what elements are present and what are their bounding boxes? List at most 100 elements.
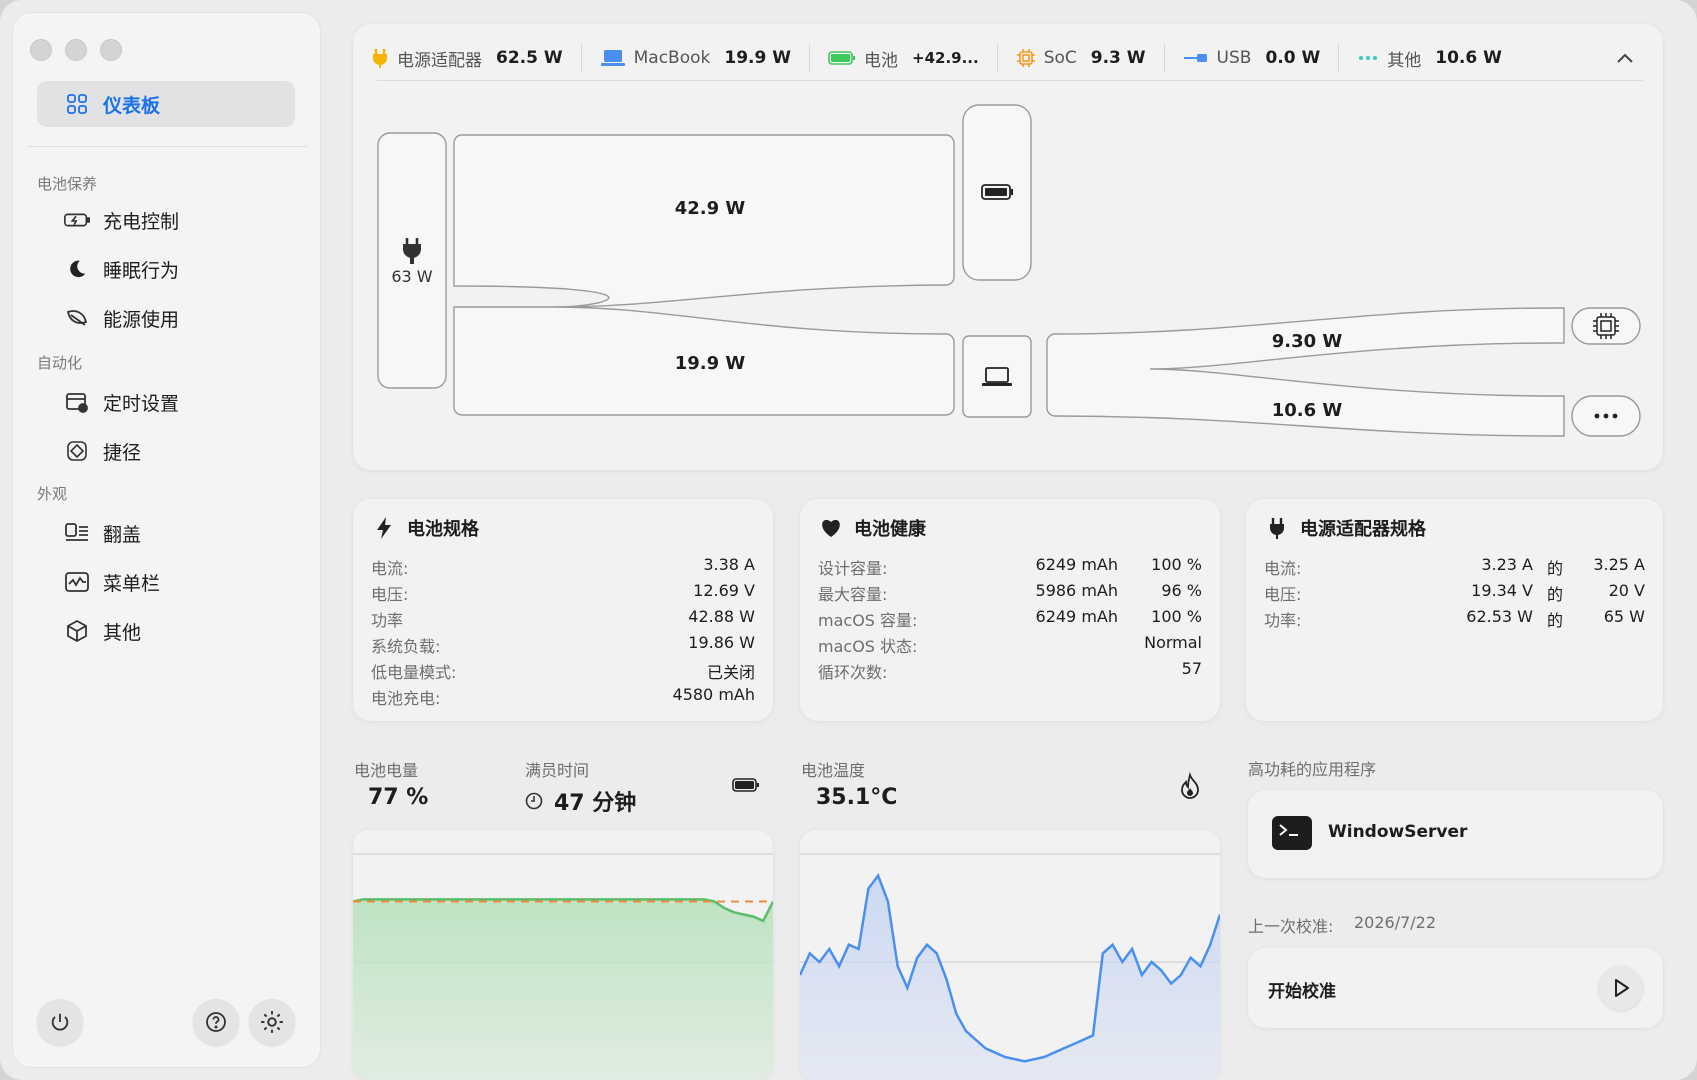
sidebar-item-energy[interactable]: 能源使用 <box>37 295 295 341</box>
app-row[interactable]: WindowServer <box>1248 790 1663 878</box>
sidebar-item-schedule[interactable]: 定时设置 <box>37 379 295 425</box>
spec-row: 低电量模式: 已关闭 <box>371 659 755 685</box>
sidebar-item-label: 定时设置 <box>103 392 180 415</box>
settings-button[interactable] <box>249 999 295 1045</box>
spec-key: 系统负载: <box>371 637 441 656</box>
app-name: WindowServer <box>1328 822 1468 842</box>
bolt-icon <box>371 515 397 541</box>
card-title: 电源适配器规格 <box>1264 515 1426 541</box>
adapter-key: 电流: <box>1264 559 1302 578</box>
power-flow-diagram: 63 W 42.9 W 19.9 W 9.30 W 10.6 W <box>377 104 1641 437</box>
battery-level-chart <box>353 830 773 1080</box>
health-key: 最大容量: <box>818 585 888 604</box>
adapter-key: 电压: <box>1264 585 1302 604</box>
area-fill <box>353 899 773 1080</box>
spec-key: 电池充电: <box>371 689 441 708</box>
battery-level-value: 77 % <box>368 785 429 810</box>
battery-level-chart-svg <box>353 853 773 1080</box>
spec-key: 电压: <box>371 585 409 604</box>
plug-icon <box>1264 515 1290 541</box>
spec-row: 功率 42.88 W <box>371 607 755 633</box>
calendar-clock-icon <box>63 388 91 416</box>
health-row: 设计容量: 6249 mAh 100 % <box>818 555 1202 581</box>
lid-icon <box>63 519 91 547</box>
adapter-of: 的 <box>1546 559 1563 578</box>
health-value: 6249 mAh <box>1035 607 1118 626</box>
area-fill <box>800 875 1220 1080</box>
sidebar-item-label: 翻盖 <box>103 523 142 546</box>
health-percent: 96 % <box>1161 581 1202 600</box>
health-value: 5986 mAh <box>1035 581 1118 600</box>
help-button[interactable] <box>193 999 239 1045</box>
battery-flow-value: 42.9 W <box>675 198 746 219</box>
power-flow-panel: 电源适配器 62.5 W MacBook 19.9 W 电池 +42.9... … <box>353 24 1663 470</box>
close-button[interactable] <box>30 39 52 61</box>
spec-key: 电流: <box>371 559 409 578</box>
section-header-automation: 自动化 <box>37 354 83 372</box>
health-row: macOS 状态: Normal <box>818 633 1202 659</box>
battery-temp-label: 电池温度 <box>801 761 866 780</box>
health-value: Normal <box>1144 633 1202 652</box>
terminal-icon <box>1272 816 1312 850</box>
battery-level-label: 电池电量 <box>354 761 419 780</box>
health-value: 6249 mAh <box>1035 555 1118 574</box>
power-button[interactable] <box>37 999 83 1045</box>
health-row: 循环次数: 57 <box>818 659 1202 685</box>
sidebar-item-label: 仪表板 <box>103 94 161 117</box>
play-icon <box>1615 979 1629 997</box>
health-percent: 100 % <box>1151 555 1202 574</box>
sidebar-item-charge-control[interactable]: 充电控制 <box>37 197 295 243</box>
adapter-row: 电压: 19.34 V 的 20 V <box>1264 581 1645 607</box>
battery-temp-value: 35.1°C <box>816 785 898 810</box>
sidebar: 仪表板 电池保养 充电控制 睡眠行为 能源使用 自动化 定时设置 捷径 外观 翻… <box>13 13 320 1067</box>
gear-icon <box>261 1011 283 1033</box>
start-calibration-label: 开始校准 <box>1268 982 1336 1002</box>
adapter-max: 65 W <box>1603 607 1645 626</box>
spec-row: 电压: 12.69 V <box>371 581 755 607</box>
adapter-max: 20 V <box>1608 581 1645 600</box>
health-key: 设计容量: <box>818 559 888 578</box>
sidebar-item-menubar[interactable]: 菜单栏 <box>37 559 295 605</box>
adapter-of: 的 <box>1546 585 1563 604</box>
sidebar-item-shortcuts[interactable]: 捷径 <box>37 428 295 474</box>
sidebar-item-lid[interactable]: 翻盖 <box>37 510 295 556</box>
health-key: macOS 容量: <box>818 611 918 630</box>
health-key: 循环次数: <box>818 663 888 682</box>
spec-value: 4580 mAh <box>672 685 755 704</box>
adapter-row: 功率: 62.53 W 的 65 W <box>1264 607 1645 633</box>
question-icon <box>206 1012 226 1032</box>
macbook-flow-value: 19.9 W <box>675 353 746 374</box>
minimize-button[interactable] <box>65 39 87 61</box>
adapter-of: 的 <box>1546 611 1563 630</box>
macbook-node <box>962 335 1032 418</box>
health-row: 最大容量: 5986 mAh 96 % <box>818 581 1202 607</box>
zoom-button[interactable] <box>100 39 122 61</box>
adapter-value: 62.53 W <box>1466 607 1533 626</box>
section-header-appearance: 外观 <box>37 485 68 503</box>
battery-temp-chart <box>800 830 1220 1080</box>
sidebar-item-label: 捷径 <box>103 441 142 464</box>
spec-value: 42.88 W <box>688 607 755 626</box>
card-title-text: 电池健康 <box>854 519 926 540</box>
divider <box>27 146 307 147</box>
card-title-text: 电源适配器规格 <box>1300 519 1426 540</box>
dashboard-icon <box>63 90 91 118</box>
adapter-value: 19.34 V <box>1471 581 1533 600</box>
sidebar-item-other[interactable]: 其他 <box>37 608 295 654</box>
spec-row: 电池充电: 4580 mAh <box>371 685 755 711</box>
section-header-battery-care: 电池保养 <box>37 175 98 193</box>
app-window: 仪表板 电池保养 充电控制 睡眠行为 能源使用 自动化 定时设置 捷径 外观 翻… <box>0 0 1697 1080</box>
menubar-icon <box>63 568 91 596</box>
sidebar-item-label: 睡眠行为 <box>103 259 180 282</box>
spec-value: 3.38 A <box>703 555 755 574</box>
start-calibration-button[interactable] <box>1599 966 1643 1010</box>
leaf-icon <box>63 304 91 332</box>
sidebar-item-dashboard[interactable]: 仪表板 <box>37 81 295 127</box>
spec-key: 低电量模式: <box>371 663 457 682</box>
battery-temp-chart-svg <box>800 853 1220 1080</box>
dots-icon <box>1594 413 1618 419</box>
card-title-text: 电池规格 <box>407 519 479 540</box>
adapter-key: 功率: <box>1264 611 1302 630</box>
charging-battery-icon <box>63 206 91 234</box>
sidebar-item-sleep[interactable]: 睡眠行为 <box>37 246 295 292</box>
